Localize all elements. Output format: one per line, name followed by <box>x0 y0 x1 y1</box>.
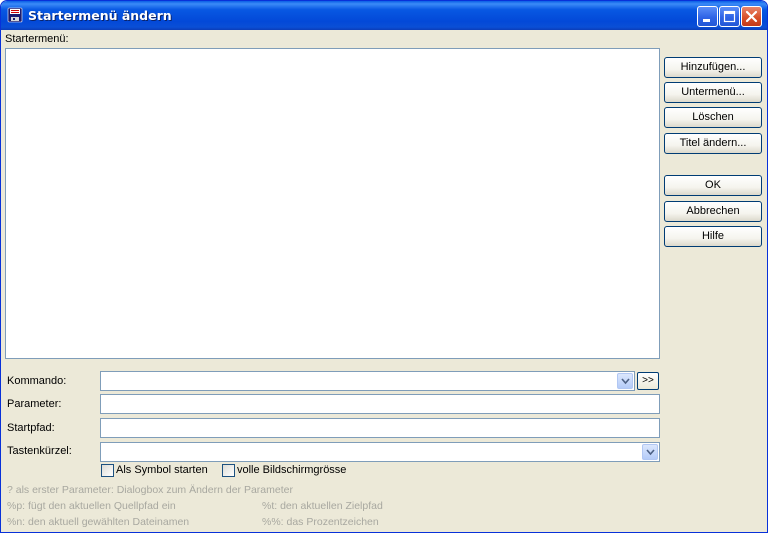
minimize-button[interactable] <box>697 6 718 27</box>
parameter-label: Parameter: <box>7 398 62 410</box>
startermenu-list[interactable] <box>5 48 660 359</box>
ok-button[interactable]: OK <box>664 175 762 196</box>
cancel-button[interactable]: Abbrechen <box>664 201 762 222</box>
close-button[interactable] <box>741 6 762 27</box>
maximize-icon <box>723 10 736 23</box>
maximize-button[interactable] <box>719 6 740 27</box>
browse-button[interactable]: >> <box>637 372 659 390</box>
tastenkuerzel-combobox[interactable] <box>100 442 660 462</box>
minimize-icon <box>703 19 710 22</box>
hint-percent: %%: das Prozentzeichen <box>262 516 379 528</box>
dialog-window: Startermenü ändern Startermenü: Hinzufüg… <box>0 0 768 533</box>
floppy-disk-icon <box>7 7 23 23</box>
vollbild-label[interactable]: volle Bildschirmgrösse <box>237 464 346 476</box>
hint-p: %p: fügt den aktuellen Quellpfad ein <box>7 500 176 512</box>
help-button[interactable]: Hilfe <box>664 226 762 247</box>
hint-n: %n: den aktuell gewählten Dateinamen <box>7 516 190 528</box>
als-symbol-label[interactable]: Als Symbol starten <box>116 464 208 476</box>
kommando-dropdown-arrow[interactable] <box>617 373 633 389</box>
delete-button[interactable]: Löschen <box>664 107 762 128</box>
close-icon <box>745 10 758 23</box>
chevron-down-icon <box>646 449 655 456</box>
vollbild-checkbox[interactable] <box>222 464 235 477</box>
startpfad-input[interactable] <box>100 418 660 438</box>
hint-question-mark: ? als erster Parameter: Dialogbox zum Än… <box>7 484 293 496</box>
title-bar[interactable]: Startermenü ändern <box>1 1 767 30</box>
window-title: Startermenü ändern <box>28 8 172 23</box>
hint-t: %t: den aktuellen Zielpfad <box>262 500 383 512</box>
startermenu-label: Startermenü: <box>5 33 69 45</box>
tastenkuerzel-dropdown-arrow[interactable] <box>642 444 658 460</box>
als-symbol-checkbox[interactable] <box>101 464 114 477</box>
rename-title-button[interactable]: Titel ändern... <box>664 133 762 154</box>
kommando-label: Kommando: <box>7 375 67 387</box>
startpfad-label: Startpfad: <box>7 422 55 434</box>
tastenkuerzel-label: Tastenkürzel: <box>7 445 72 457</box>
submenu-button[interactable]: Untermenü... <box>664 82 762 103</box>
add-button[interactable]: Hinzufügen... <box>664 57 762 78</box>
kommando-combobox[interactable] <box>100 371 635 391</box>
parameter-input[interactable] <box>100 394 660 414</box>
chevron-down-icon <box>621 378 630 385</box>
